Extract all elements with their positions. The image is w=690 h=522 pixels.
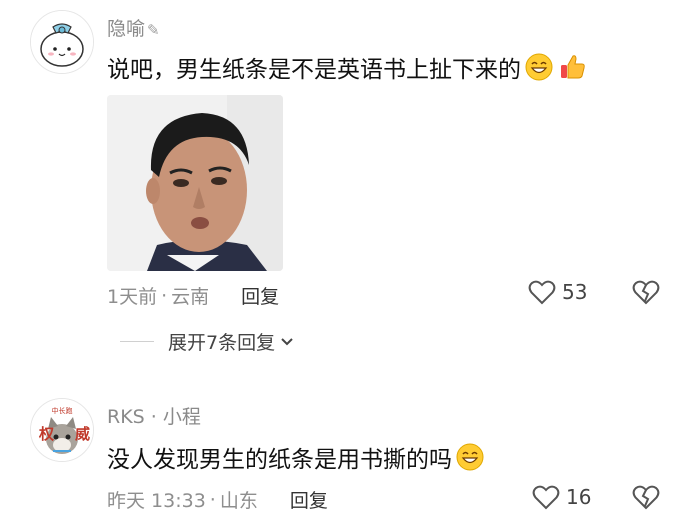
comment-meta: 1天前 · 云南 回复 — [107, 282, 279, 309]
broken-heart-icon — [632, 485, 660, 510]
username[interactable]: RKS · 小程 — [107, 402, 201, 429]
meta-separator: · — [209, 488, 216, 511]
username-text[interactable]: 隐喻 — [107, 18, 145, 40]
comment-meta: 昨天 13:33 · 山东 回复 — [107, 486, 328, 513]
comment-text-content: 没人发现男生的纸条是用书撕的吗 — [107, 447, 452, 473]
meme-image[interactable] — [107, 95, 283, 271]
chevron-down-icon — [281, 337, 293, 345]
cartoon-avatar-icon — [31, 11, 93, 73]
like-button[interactable]: 16 — [532, 484, 591, 510]
like-count: 53 — [562, 280, 588, 304]
location: 山东 — [219, 490, 258, 512]
reply-button[interactable]: 回复 — [290, 486, 328, 513]
broken-heart-icon — [632, 280, 660, 305]
cat-avatar-icon: 中长跑 权 威 — [31, 399, 93, 461]
timestamp: 昨天 13:33 — [107, 490, 206, 512]
avatar-left-text: 权 — [38, 425, 55, 443]
dislike-button[interactable] — [632, 484, 660, 514]
location: 云南 — [171, 286, 210, 308]
username-text[interactable]: RKS · 小程 — [107, 406, 201, 428]
heart-icon — [528, 280, 556, 305]
avatar[interactable] — [30, 10, 94, 74]
comment-text-content: 说吧，男生纸条是不是英语书上扯下来的 — [107, 57, 521, 83]
expand-replies[interactable]: 展开7条回复 — [120, 328, 295, 355]
expand-divider — [120, 341, 154, 342]
comment-text: 没人发现男生的纸条是用书撕的吗 — [107, 440, 485, 474]
comment-text: 说吧，男生纸条是不是英语书上扯下来的 — [107, 50, 587, 84]
heart-icon — [532, 485, 560, 510]
like-count: 16 — [566, 485, 592, 509]
grin-emoji-icon — [456, 443, 484, 471]
avatar[interactable]: 中长跑 权 威 — [30, 398, 94, 462]
avatar-top-text: 中长跑 — [52, 406, 73, 415]
thumbs-up-icon — [561, 55, 585, 79]
username[interactable]: 隐喻 ✎ — [107, 14, 160, 41]
grin-emoji-icon — [525, 53, 553, 81]
expand-label[interactable]: 展开7条回复 — [168, 328, 275, 355]
reply-button[interactable]: 回复 — [241, 282, 279, 309]
edit-icon: ✎ — [147, 21, 160, 39]
avatar-right-text: 威 — [75, 425, 90, 443]
meta-separator: · — [161, 284, 168, 307]
like-button[interactable]: 53 — [528, 279, 587, 305]
dislike-button[interactable] — [632, 279, 660, 309]
man-face-photo-icon — [107, 95, 283, 271]
timestamp: 1天前 — [107, 286, 158, 308]
